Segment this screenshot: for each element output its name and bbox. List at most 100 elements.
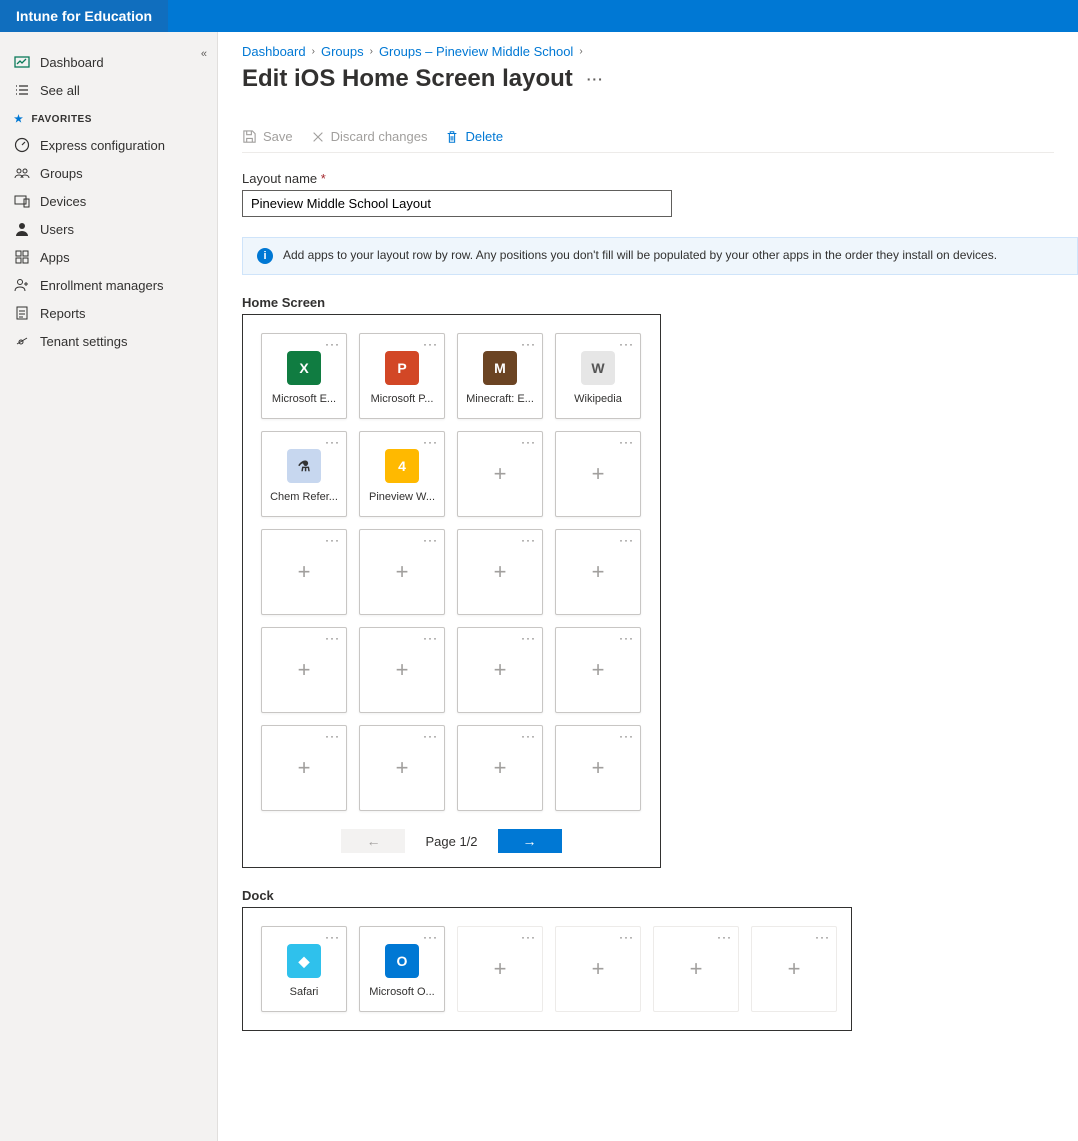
collapse-sidebar-icon[interactable]: « [201, 48, 207, 60]
tile-more-icon[interactable]: ··· [521, 337, 536, 351]
empty-tile[interactable]: ···+ [457, 529, 543, 615]
tile-more-icon[interactable]: ··· [521, 631, 536, 645]
page-title: Edit iOS Home Screen layout ··· [242, 65, 1078, 93]
app-icon: W [581, 351, 615, 385]
sidebar-item-enrollment-managers[interactable]: Enrollment managers [0, 271, 217, 299]
tile-more-icon[interactable]: ··· [325, 930, 340, 944]
app-tile[interactable]: ···PMicrosoft P... [359, 333, 445, 419]
app-icon: P [385, 351, 419, 385]
tile-more-icon[interactable]: ··· [521, 533, 536, 547]
empty-tile[interactable]: ···+ [359, 627, 445, 713]
app-tile[interactable]: ···⚗Chem Refer... [261, 431, 347, 517]
empty-tile[interactable]: ··· + [555, 725, 641, 811]
tile-more-icon[interactable]: ··· [325, 533, 340, 547]
empty-tile[interactable]: ··· + [457, 627, 543, 713]
breadcrumb-dashboard[interactable]: Dashboard [242, 44, 306, 59]
sidebar-item-express-configuration[interactable]: Express configuration [0, 131, 217, 159]
app-label: Wikipedia [574, 393, 622, 405]
main-content: Dashboard › Groups › Groups – Pineview M… [218, 32, 1078, 1141]
sidebar-item-groups[interactable]: Groups [0, 159, 217, 187]
app-label: Minecraft: E... [466, 393, 534, 405]
empty-tile[interactable]: ···+ [457, 431, 543, 517]
empty-tile[interactable]: ··· + [555, 627, 641, 713]
sidebar-item-users[interactable]: Users [0, 215, 217, 243]
chevron-right-icon: › [579, 46, 582, 57]
sidebar-item-tenant-settings[interactable]: Tenant settings [0, 327, 217, 355]
app-tile[interactable]: ···MMinecraft: E... [457, 333, 543, 419]
tile-more-icon[interactable]: ··· [521, 729, 536, 743]
save-button[interactable]: Save [242, 129, 293, 144]
pager: ← Page 1/2 → [261, 829, 642, 853]
tile-more-icon[interactable]: ··· [423, 337, 438, 351]
tile-more-icon[interactable]: ··· [521, 435, 536, 449]
page-next-button[interactable]: → [498, 829, 562, 853]
favorites-header: ★ FAVORITES [0, 104, 217, 131]
empty-tile[interactable]: ··· + [555, 926, 641, 1012]
delete-button[interactable]: Delete [445, 129, 503, 144]
plus-icon: + [592, 956, 605, 982]
sidebar-item-dashboard[interactable]: Dashboard [0, 48, 217, 76]
sidebar-item-reports[interactable]: Reports [0, 299, 217, 327]
sidebar-item-apps[interactable]: Apps [0, 243, 217, 271]
tile-more-icon[interactable]: ··· [325, 337, 340, 351]
plus-icon: + [690, 956, 703, 982]
tile-more-icon[interactable]: ··· [325, 631, 340, 645]
sidebar-item-label: Groups [40, 166, 83, 181]
tile-more-icon[interactable]: ··· [423, 729, 438, 743]
chevron-right-icon: › [370, 46, 373, 57]
tile-more-icon[interactable]: ··· [717, 930, 732, 944]
tile-more-icon[interactable]: ··· [619, 533, 634, 547]
tile-more-icon[interactable]: ··· [619, 631, 634, 645]
tile-more-icon[interactable]: ··· [815, 930, 830, 944]
app-icon: X [287, 351, 321, 385]
tile-more-icon[interactable]: ··· [521, 930, 536, 944]
tile-more-icon[interactable]: ··· [619, 930, 634, 944]
empty-tile[interactable]: ···+ [751, 926, 837, 1012]
plus-icon: + [592, 755, 605, 781]
tile-more-icon[interactable]: ··· [423, 533, 438, 547]
plus-icon: + [592, 461, 605, 487]
app-tile[interactable]: ···XMicrosoft E... [261, 333, 347, 419]
app-tile[interactable]: ···OMicrosoft O... [359, 926, 445, 1012]
tile-more-icon[interactable]: ··· [423, 930, 438, 944]
tile-more-icon[interactable]: ··· [619, 435, 634, 449]
tile-more-icon[interactable]: ··· [325, 435, 340, 449]
sidebar-item-label: Devices [40, 194, 86, 209]
brand[interactable]: Intune for Education [0, 0, 168, 32]
plus-icon: + [494, 657, 507, 683]
sidebar-item-devices[interactable]: Devices [0, 187, 217, 215]
empty-tile[interactable]: ···+ [261, 529, 347, 615]
dock-label: Dock [242, 888, 1078, 903]
app-tile[interactable]: ···4Pineview W... [359, 431, 445, 517]
tile-more-icon[interactable]: ··· [619, 729, 634, 743]
empty-tile[interactable]: ···+ [261, 627, 347, 713]
empty-tile[interactable]: ··· + [555, 431, 641, 517]
empty-tile[interactable]: ···+ [457, 926, 543, 1012]
tile-more-icon[interactable]: ··· [423, 631, 438, 645]
tile-more-icon[interactable]: ··· [619, 337, 634, 351]
empty-tile[interactable]: ···+ [555, 529, 641, 615]
page-prev-button[interactable]: ← [341, 829, 405, 853]
empty-tile[interactable]: ···+ [359, 725, 445, 811]
empty-tile[interactable]: ···+ [359, 529, 445, 615]
plus-icon: + [592, 657, 605, 683]
dock-frame: ···◆Safari···OMicrosoft O...···+···+···+… [242, 907, 852, 1031]
breadcrumb-group-detail[interactable]: Groups – Pineview Middle School [379, 44, 573, 59]
close-icon [311, 130, 325, 144]
save-icon [242, 129, 257, 144]
tile-more-icon[interactable]: ··· [423, 435, 438, 449]
sidebar-item-see-all[interactable]: See all [0, 76, 217, 104]
app-tile[interactable]: ··· W Wikipedia [555, 333, 641, 419]
breadcrumb-groups[interactable]: Groups [321, 44, 364, 59]
empty-tile[interactable]: ··· + [653, 926, 739, 1012]
discard-button[interactable]: Discard changes [311, 129, 428, 144]
app-tile[interactable]: ··· ◆ Safari [261, 926, 347, 1012]
app-icon: ◆ [287, 944, 321, 978]
page-more-icon[interactable]: ··· [587, 71, 604, 87]
empty-tile[interactable]: ···+ [261, 725, 347, 811]
settings-icon [14, 333, 30, 349]
app-label: Safari [290, 986, 319, 998]
layout-name-input[interactable] [242, 190, 672, 217]
empty-tile[interactable]: ···+ [457, 725, 543, 811]
tile-more-icon[interactable]: ··· [325, 729, 340, 743]
